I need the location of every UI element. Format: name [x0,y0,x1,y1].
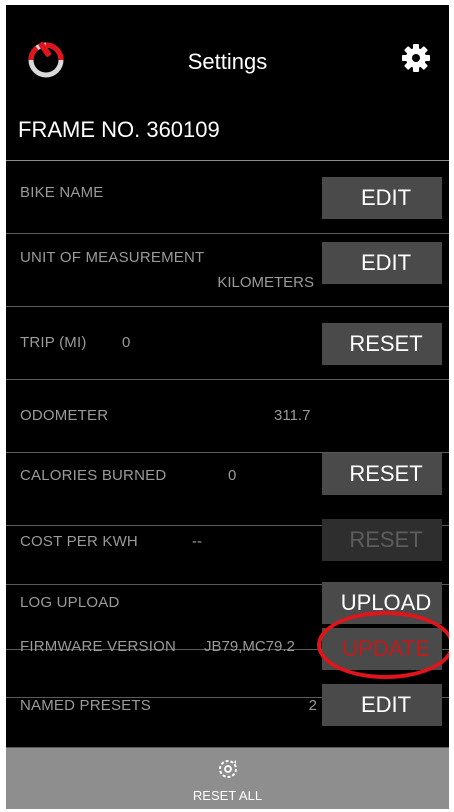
settings-screen: Settings FRAME NO. 360109 BIKE NAME EDIT… [6,5,449,809]
header: Settings [6,5,449,113]
row-label: BIKE NAME [20,184,104,201]
row-label: ODOMETER [20,407,109,424]
row-value: 0 [122,334,131,351]
setting-row-named-presets: NAMED PRESETS 2 EDIT [6,678,449,748]
gear-icon[interactable] [401,43,431,73]
row-value: KILOMETERS [217,274,314,291]
row-label: CALORIES BURNED [20,467,167,484]
trip-reset-button[interactable]: RESET [322,323,442,365]
row-value: 0 [228,467,237,484]
log-upload-button[interactable]: UPLOAD [322,582,442,624]
setting-row-unit: UNIT OF MEASUREMENT KILOMETERS EDIT [6,234,449,307]
presets-edit-button[interactable]: EDIT [322,684,442,726]
firmware-update-button[interactable]: UPDATE [322,628,442,670]
reset-all-label: RESET ALL [192,788,263,803]
reset-gear-icon [218,760,237,778]
row-label: NAMED PRESETS [20,697,151,714]
row-value: 311.7 [274,407,311,424]
row-label: COST PER KWH [20,533,138,550]
setting-row-odometer: ODOMETER 311.7 [6,380,449,453]
row-value: -- [192,533,202,550]
calories-reset-button[interactable]: RESET [322,453,442,495]
cost-reset-button[interactable]: RESET [322,519,442,561]
page-title: Settings [187,49,268,74]
setting-row-cost-per-kwh: COST PER KWH -- RESET [6,512,449,585]
frame-number: FRAME NO. 360109 [18,117,220,142]
setting-row-bike-name: BIKE NAME EDIT [6,161,449,234]
row-label: TRIP (MI) [20,334,87,351]
row-value: JB79,MC79.2 [204,638,295,655]
row-value: 2 [308,697,317,714]
reset-all-button[interactable]: RESET ALL [6,748,449,809]
unit-edit-button[interactable]: EDIT [322,242,442,284]
bike-name-edit-button[interactable]: EDIT [322,177,442,219]
row-label: UNIT OF MEASUREMENT [20,249,205,266]
row-label: FIRMWARE VERSION [20,638,176,655]
row-label: LOG UPLOAD [20,594,120,611]
setting-row-trip: TRIP (MI) 0 RESET [6,307,449,380]
